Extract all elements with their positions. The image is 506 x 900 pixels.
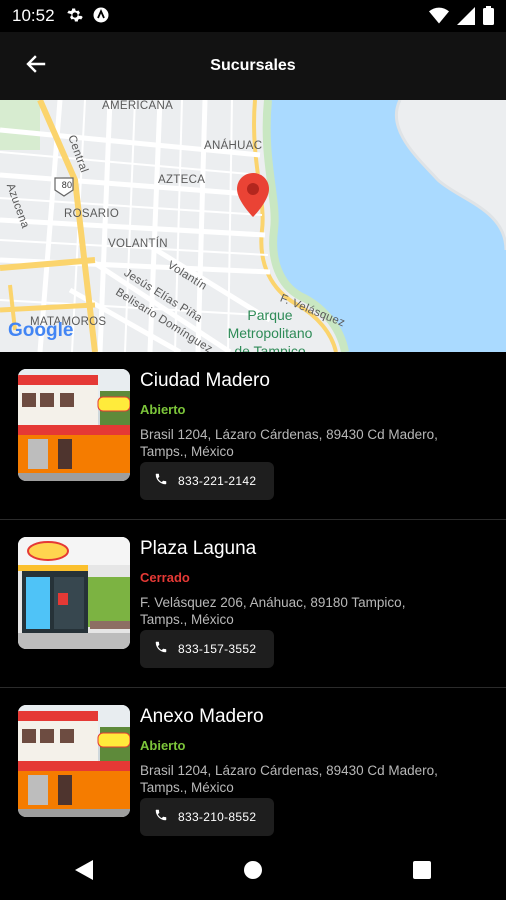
map-label-volantin: VOLANTÍN xyxy=(108,238,168,250)
branch-photo xyxy=(18,369,130,481)
page-title: Sucursales xyxy=(210,57,296,74)
phone-icon xyxy=(154,640,168,659)
branch-address: Brasil 1204, Lázaro Cárdenas, 89430 Cd M… xyxy=(140,427,438,459)
branch-card[interactable]: Ciudad Madero Abierto Brasil 1204, Lázar… xyxy=(0,352,506,520)
phone-icon xyxy=(154,472,168,491)
call-button[interactable]: 833-157-3552 xyxy=(140,630,275,668)
phone-number: 833-221-2142 xyxy=(178,474,257,488)
nav-back-button[interactable] xyxy=(54,844,114,900)
wifi-icon xyxy=(429,7,449,30)
map-label-americana: AMERICANA xyxy=(102,100,174,112)
back-button[interactable] xyxy=(18,48,54,84)
status-time: 10:52 xyxy=(12,6,55,25)
nav-recents-button[interactable] xyxy=(392,844,452,900)
square-recents-icon xyxy=(412,860,431,884)
phone-number: 833-157-3552 xyxy=(178,642,257,656)
phone-number: 833-210-8552 xyxy=(178,810,257,824)
map-label-anahuac: ANÁHUAC xyxy=(204,140,263,152)
branch-photo xyxy=(18,537,130,649)
status-bar: 10:52 xyxy=(0,0,506,32)
branch-name: Plaza Laguna xyxy=(140,538,257,559)
google-logo: Google xyxy=(8,320,74,341)
branch-list: Ciudad Madero Abierto Brasil 1204, Lázar… xyxy=(0,352,506,855)
park-label: Parque Metropolitano de Tampico xyxy=(227,307,313,352)
branch-address: F. Velásquez 206, Anáhuac, 89180 Tampico… xyxy=(140,595,406,627)
branch-address: Brasil 1204, Lázaro Cárdenas, 89430 Cd M… xyxy=(140,763,438,795)
phone-icon xyxy=(154,808,168,827)
route-shield-label: 80 xyxy=(61,180,73,190)
signal-icon xyxy=(457,6,475,30)
branch-photo xyxy=(18,705,130,817)
branch-name: Ciudad Madero xyxy=(140,370,270,391)
call-button[interactable]: 833-210-8552 xyxy=(140,798,275,836)
triangle-back-icon xyxy=(75,859,94,885)
map-label-azteca: AZTECA xyxy=(158,174,206,186)
branch-status: Abierto xyxy=(140,738,186,753)
battery-icon xyxy=(483,6,494,30)
branch-card[interactable]: Anexo Madero Abierto Brasil 1204, Lázaro… xyxy=(0,688,506,855)
branch-status: Abierto xyxy=(140,402,186,417)
branch-status: Cerrado xyxy=(140,570,190,585)
map-label-rosario: ROSARIO xyxy=(64,208,120,220)
branches-map[interactable]: AMERICANA ANÁHUAC AZTECA ROSARIO VOLANTÍ… xyxy=(0,100,506,352)
call-button[interactable]: 833-221-2142 xyxy=(140,462,275,500)
system-nav-bar xyxy=(0,844,506,900)
circle-home-icon xyxy=(243,860,263,885)
gear-icon xyxy=(66,6,84,29)
arrow-left-icon xyxy=(24,52,48,81)
branch-name: Anexo Madero xyxy=(140,706,264,727)
branch-card[interactable]: Plaza Laguna Cerrado F. Velásquez 206, A… xyxy=(0,520,506,688)
nav-home-button[interactable] xyxy=(223,844,283,900)
app-notification-icon xyxy=(92,6,110,29)
app-bar: Sucursales xyxy=(0,32,506,100)
